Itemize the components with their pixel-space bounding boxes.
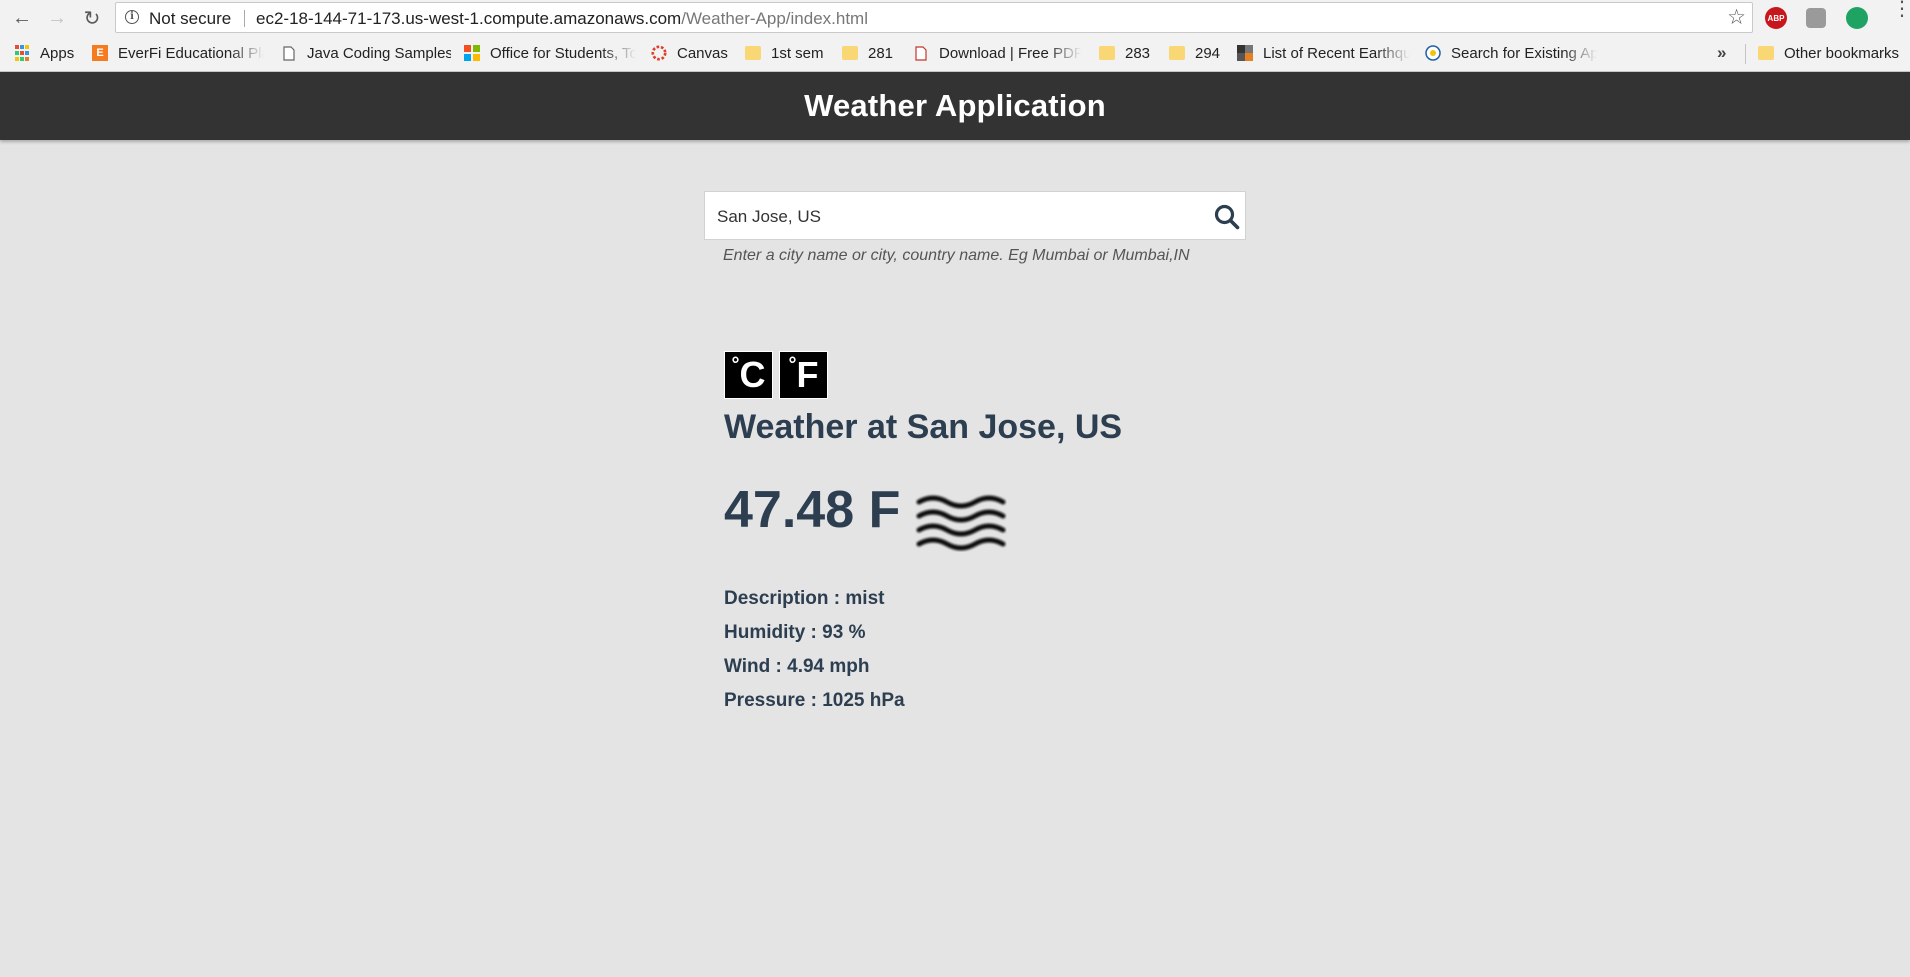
earthquake-icon	[1237, 45, 1253, 61]
pressure-text: Pressure : 1025 hPa	[724, 690, 905, 711]
bookmark-other[interactable]: Other bookmarks	[1758, 44, 1908, 62]
wind-text: Wind : 4.94 mph	[724, 656, 870, 677]
celsius-label: C	[739, 354, 766, 395]
search-box	[704, 191, 1246, 241]
app-header: Weather Application	[0, 72, 1910, 140]
bookmark-281[interactable]: 281	[842, 44, 902, 62]
fahrenheit-label: F	[796, 354, 819, 395]
bookmark-label: Search for Existing Ap	[1451, 44, 1597, 62]
more-bookmarks-chevron[interactable]: »	[1717, 43, 1726, 63]
reload-icon[interactable]: ↻	[80, 6, 104, 30]
bookmark-1st-sem[interactable]: 1st sem	[745, 44, 825, 62]
address-bar[interactable]: i Not secure ec2-18-144-71-173.us-west-1…	[115, 2, 1753, 33]
folder-icon	[745, 46, 761, 60]
browser-menu-icon[interactable]: ⋮	[1892, 0, 1910, 19]
bookmark-label: Apps	[40, 44, 75, 62]
url-path: /Weather-App/index.html	[681, 9, 868, 28]
bookmark-download-pdf[interactable]: Download | Free PDF	[913, 44, 1081, 62]
bookmark-search-existing[interactable]: Search for Existing Ap	[1425, 44, 1597, 62]
url-text[interactable]: ec2-18-144-71-173.us-west-1.compute.amaz…	[256, 9, 868, 29]
search-icon[interactable]	[1213, 203, 1241, 231]
apps-grid-icon	[14, 45, 30, 61]
fahrenheit-button[interactable]: ° F	[779, 351, 828, 399]
browser-toolbar: ← → ↻ i Not secure ec2-18-144-71-173.us-…	[0, 0, 1910, 35]
bookmark-label: EverFi Educational Pla	[118, 44, 264, 62]
canvas-icon	[651, 45, 667, 61]
forward-arrow-icon[interactable]: →	[45, 6, 69, 30]
bookmark-everfi[interactable]: E EverFi Educational Pla	[92, 44, 264, 62]
security-label[interactable]: Not secure	[149, 9, 231, 29]
bookmark-label: List of Recent Earthqu	[1263, 44, 1410, 62]
bookmark-label: 1st sem	[771, 44, 824, 62]
bookmark-label: 281	[868, 44, 894, 62]
microsoft-icon	[464, 45, 480, 61]
bookmark-apps[interactable]: Apps	[14, 44, 84, 62]
bookmark-label: Java Coding Samples	[307, 44, 451, 62]
search-hint: Enter a city name or city, country name.…	[723, 247, 1190, 264]
bookmark-label: Office for Students, To	[490, 44, 636, 62]
everfi-icon: E	[92, 45, 108, 61]
bookmarks-bar: Apps E EverFi Educational Pla Java Codin…	[0, 35, 1910, 72]
folder-icon	[1169, 46, 1185, 60]
hangouts-extension-icon[interactable]	[1846, 7, 1868, 29]
bookmark-canvas[interactable]: Canvas	[651, 44, 731, 62]
bookmark-earthquakes[interactable]: List of Recent Earthqu	[1237, 44, 1410, 62]
mist-icon	[916, 495, 1006, 551]
city-search-input[interactable]	[715, 192, 1199, 241]
temperature-value: 47.48 F	[724, 481, 901, 539]
bookmark-java-coding-samples[interactable]: Java Coding Samples	[281, 44, 451, 62]
bookmark-label: Canvas	[677, 44, 728, 62]
bookmark-294[interactable]: 294	[1169, 44, 1229, 62]
bookmark-283[interactable]: 283	[1099, 44, 1159, 62]
bookmark-label: 294	[1195, 44, 1221, 62]
adblock-label: ABP	[1767, 13, 1785, 23]
bookmark-label: Download | Free PDF	[939, 44, 1081, 62]
page-icon	[281, 45, 297, 61]
folder-icon	[842, 46, 858, 60]
degree-symbol: °	[788, 353, 797, 376]
bookmarks-divider	[1745, 44, 1746, 64]
weather-location-heading: Weather at San Jose, US	[724, 408, 1123, 446]
url-host: ec2-18-144-71-173.us-west-1.compute.amaz…	[256, 9, 682, 28]
degree-symbol: °	[731, 353, 740, 376]
extension-icon[interactable]	[1806, 8, 1826, 28]
humidity-text: Humidity : 93 %	[724, 622, 866, 643]
folder-icon	[1758, 46, 1774, 60]
adblock-extension-icon[interactable]: ABP	[1765, 7, 1787, 29]
bookmark-office[interactable]: Office for Students, To	[464, 44, 636, 62]
bookmark-star-icon[interactable]: ☆	[1727, 5, 1746, 30]
description-text: Description : mist	[724, 588, 885, 609]
globe-icon	[1425, 45, 1441, 61]
folder-icon	[1099, 46, 1115, 60]
bookmark-label: 283	[1125, 44, 1151, 62]
address-divider	[244, 10, 245, 27]
celsius-button[interactable]: ° C	[724, 351, 773, 399]
back-arrow-icon[interactable]: ←	[10, 6, 34, 30]
pdf-icon	[913, 45, 929, 61]
bookmark-label: Other bookmarks	[1784, 44, 1900, 62]
app-title: Weather Application	[804, 88, 1106, 123]
info-icon[interactable]: i	[125, 10, 139, 24]
